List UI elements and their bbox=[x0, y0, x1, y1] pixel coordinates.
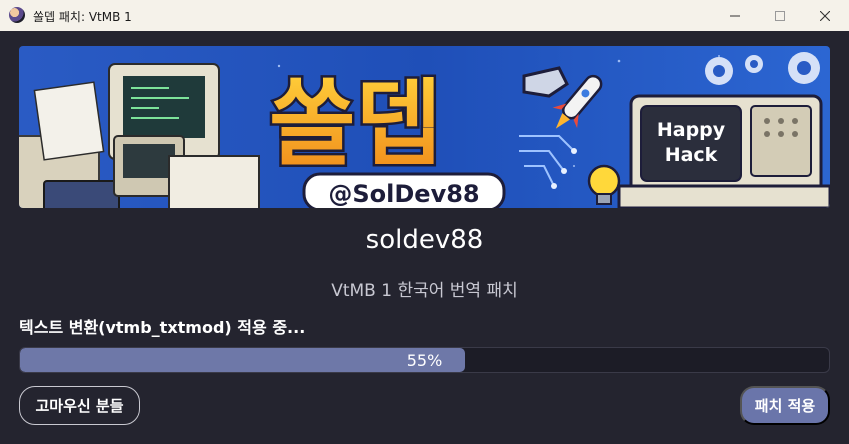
maximize-icon bbox=[775, 10, 785, 21]
banner-logo-text: 쏠뎁 bbox=[269, 70, 442, 179]
minimize-icon bbox=[730, 15, 740, 16]
maximize-button[interactable] bbox=[757, 0, 803, 31]
banner-monitor-line1: Happy bbox=[657, 119, 726, 141]
banner-monitor-line2: Hack bbox=[665, 144, 718, 166]
banner-handle-text: @SolDev88 bbox=[328, 180, 479, 208]
status-text: 텍스트 변환(vtmb_txtmod) 적용 중... bbox=[19, 318, 306, 337]
close-icon bbox=[820, 10, 830, 21]
apply-patch-button[interactable]: 패치 적용 bbox=[740, 386, 830, 425]
progress-bar: 55% bbox=[19, 347, 830, 373]
author-name: soldev88 bbox=[365, 225, 484, 255]
window-title: 쏠뎁 패치: VtMB 1 bbox=[33, 10, 132, 24]
banner-image: 쏠뎁 @SolDev88 Happy Hack bbox=[19, 46, 830, 208]
app-icon bbox=[9, 7, 25, 23]
title-bar: 쏠뎁 패치: VtMB 1 bbox=[0, 0, 849, 31]
close-button[interactable] bbox=[802, 0, 848, 31]
patch-subtitle: VtMB 1 한국어 번역 패치 bbox=[331, 281, 518, 301]
thanks-button[interactable]: 고마우신 분들 bbox=[19, 386, 140, 425]
minimize-button[interactable] bbox=[712, 0, 758, 31]
progress-label: 55% bbox=[406, 351, 443, 370]
